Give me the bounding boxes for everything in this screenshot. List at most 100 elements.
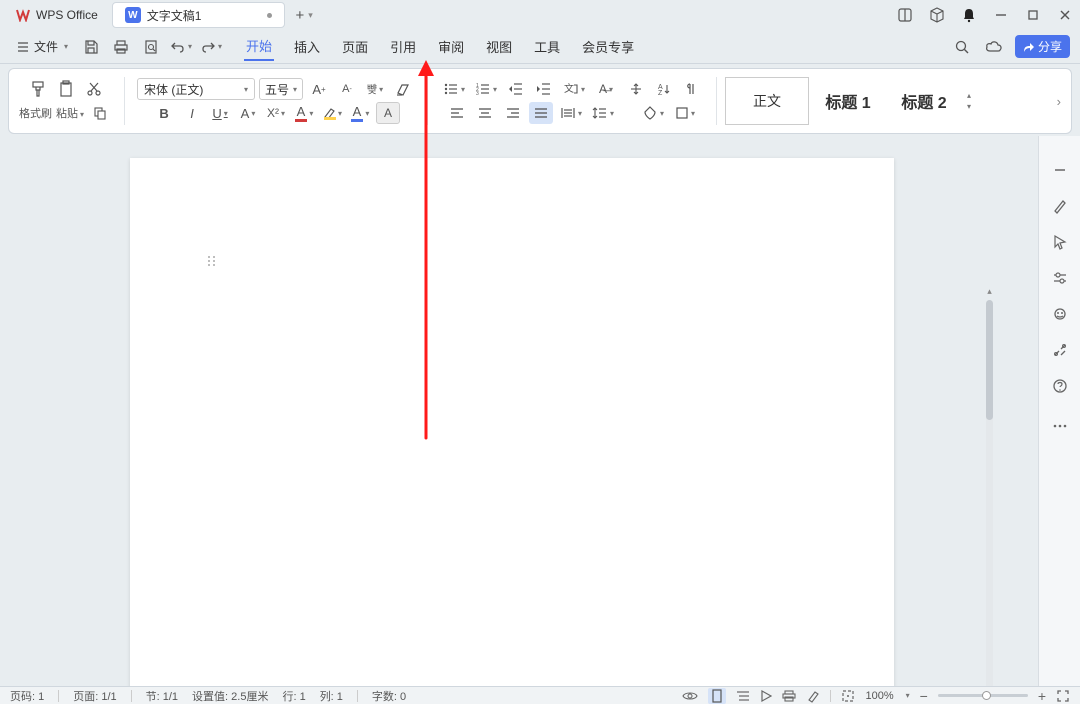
strikethrough-icon[interactable]: A▾ <box>236 102 260 124</box>
font-size-select[interactable]: 五号▾ <box>259 78 303 100</box>
line-spacing-2-icon[interactable] <box>624 78 648 100</box>
close-button[interactable] <box>1056 6 1074 24</box>
assistant-rail-icon[interactable] <box>1050 304 1070 324</box>
more-rail-icon[interactable] <box>1050 416 1070 436</box>
scroll-thumb[interactable] <box>986 300 993 420</box>
redo-icon[interactable]: ▾ <box>200 36 222 58</box>
superscript-icon[interactable]: X²▾ <box>264 102 288 124</box>
pen-rail-icon[interactable] <box>1050 196 1070 216</box>
document-tab[interactable]: W 文字文稿1 <box>112 2 286 28</box>
notification-icon[interactable] <box>960 6 978 24</box>
font-name-select[interactable]: 宋体 (正文)▾ <box>137 78 255 100</box>
clear-format-icon[interactable] <box>391 78 415 100</box>
highlight-icon[interactable]: ▾ <box>320 102 344 124</box>
cursor-rail-icon[interactable] <box>1050 232 1070 252</box>
styles-scroll-down-icon[interactable]: ▾ <box>967 102 971 111</box>
align-center-icon[interactable] <box>473 102 497 124</box>
font-color-icon[interactable]: A▾ <box>292 102 316 124</box>
line-spacing-icon[interactable]: ▾ <box>589 102 617 124</box>
style-normal[interactable]: 正文 <box>725 77 809 125</box>
tab-insert[interactable]: 插入 <box>292 33 322 60</box>
tools-rail-icon[interactable] <box>1050 340 1070 360</box>
zoom-in-icon[interactable]: + <box>1038 688 1046 704</box>
focus-view-icon[interactable] <box>841 689 855 703</box>
zoom-slider-handle[interactable] <box>982 691 991 700</box>
undo-icon[interactable]: ▾ <box>170 36 192 58</box>
character-scale-icon[interactable]: A̶▾ <box>592 78 620 100</box>
print-icon[interactable] <box>110 36 132 58</box>
increase-indent-icon[interactable] <box>532 78 556 100</box>
bold-icon[interactable]: B <box>152 102 176 124</box>
zoom-slider[interactable] <box>938 694 1028 697</box>
align-left-icon[interactable] <box>445 102 469 124</box>
cloud-icon[interactable] <box>983 36 1005 58</box>
status-page-no[interactable]: 页码: 1 <box>10 688 44 704</box>
cursor-handle-icon[interactable] <box>208 256 216 266</box>
print-preview-icon[interactable] <box>140 36 162 58</box>
file-menu[interactable]: 文件 ▾ <box>10 35 74 58</box>
outline-view-icon[interactable] <box>736 690 750 702</box>
help-rail-icon[interactable] <box>1050 376 1070 396</box>
minimize-button[interactable] <box>992 6 1010 24</box>
status-col[interactable]: 列: 1 <box>320 688 343 704</box>
status-row[interactable]: 行: 1 <box>282 688 305 704</box>
text-effects-icon[interactable]: A▾ <box>348 102 372 124</box>
decrease-font-icon[interactable]: A- <box>335 78 359 100</box>
format-painter-icon[interactable] <box>26 78 50 100</box>
show-marks-icon[interactable] <box>680 78 704 100</box>
style-heading2[interactable]: 标题 2 <box>887 77 961 125</box>
web-view-icon[interactable] <box>806 689 820 703</box>
italic-icon[interactable]: I <box>180 102 204 124</box>
borders-icon[interactable]: ▾ <box>671 102 699 124</box>
ribbon-expand-icon[interactable]: › <box>1053 94 1065 109</box>
cube-icon[interactable] <box>928 6 946 24</box>
shading-icon[interactable]: ▾ <box>639 102 667 124</box>
zoom-out-icon[interactable]: − <box>920 688 928 704</box>
text-direction-icon[interactable]: 文▾ <box>560 78 588 100</box>
zoom-dropdown-icon[interactable]: ▾ <box>906 691 910 700</box>
tab-review[interactable]: 审阅 <box>436 33 466 60</box>
styles-scroll-up-icon[interactable]: ▴ <box>967 91 971 100</box>
tab-reference[interactable]: 引用 <box>388 33 418 60</box>
print-view-icon[interactable] <box>782 690 796 702</box>
format-painter-label[interactable]: 格式刷 <box>19 105 52 121</box>
copy-icon[interactable] <box>88 102 112 124</box>
paste-label[interactable]: 粘贴▾ <box>56 105 84 121</box>
bulleted-list-icon[interactable]: ▾ <box>440 78 468 100</box>
tab-tools[interactable]: 工具 <box>532 33 562 60</box>
align-right-icon[interactable] <box>501 102 525 124</box>
fullscreen-icon[interactable] <box>1056 689 1070 703</box>
change-case-icon[interactable]: 뺮▾ <box>363 78 387 100</box>
decrease-indent-icon[interactable] <box>504 78 528 100</box>
panel-icon[interactable] <box>896 6 914 24</box>
maximize-button[interactable] <box>1024 6 1042 24</box>
vertical-scrollbar[interactable]: ▴ ▾ <box>985 286 994 686</box>
tab-view[interactable]: 视图 <box>484 33 514 60</box>
status-pages[interactable]: 页面: 1/1 <box>73 688 116 704</box>
tab-start[interactable]: 开始 <box>244 32 274 61</box>
share-button[interactable]: 分享 <box>1015 35 1070 58</box>
status-setting[interactable]: 设置值: 2.5厘米 <box>192 688 268 704</box>
cut-icon[interactable] <box>82 78 106 100</box>
new-tab-button[interactable]: + ▾ <box>295 7 312 24</box>
document-page[interactable] <box>130 158 894 686</box>
status-section[interactable]: 节: 1/1 <box>146 688 178 704</box>
status-words[interactable]: 字数: 0 <box>372 688 406 704</box>
settings-rail-icon[interactable] <box>1050 268 1070 288</box>
increase-font-icon[interactable]: A+ <box>307 78 331 100</box>
sort-icon[interactable]: AZ <box>652 78 676 100</box>
paste-icon[interactable] <box>54 78 78 100</box>
page-view-icon[interactable] <box>708 688 726 704</box>
tab-member[interactable]: 会员专享 <box>580 33 636 60</box>
character-shading-icon[interactable]: A <box>376 102 400 124</box>
align-justify-icon[interactable] <box>529 102 553 124</box>
eye-view-icon[interactable] <box>682 690 698 702</box>
save-icon[interactable] <box>80 36 102 58</box>
style-heading1[interactable]: 标题 1 <box>811 77 885 125</box>
numbered-list-icon[interactable]: 123▾ <box>472 78 500 100</box>
play-view-icon[interactable] <box>760 690 772 702</box>
scroll-up-icon[interactable]: ▴ <box>985 286 994 295</box>
zoom-value[interactable]: 100% <box>865 690 893 702</box>
minus-rail-icon[interactable] <box>1050 160 1070 180</box>
distributed-align-icon[interactable]: ▾ <box>557 102 585 124</box>
